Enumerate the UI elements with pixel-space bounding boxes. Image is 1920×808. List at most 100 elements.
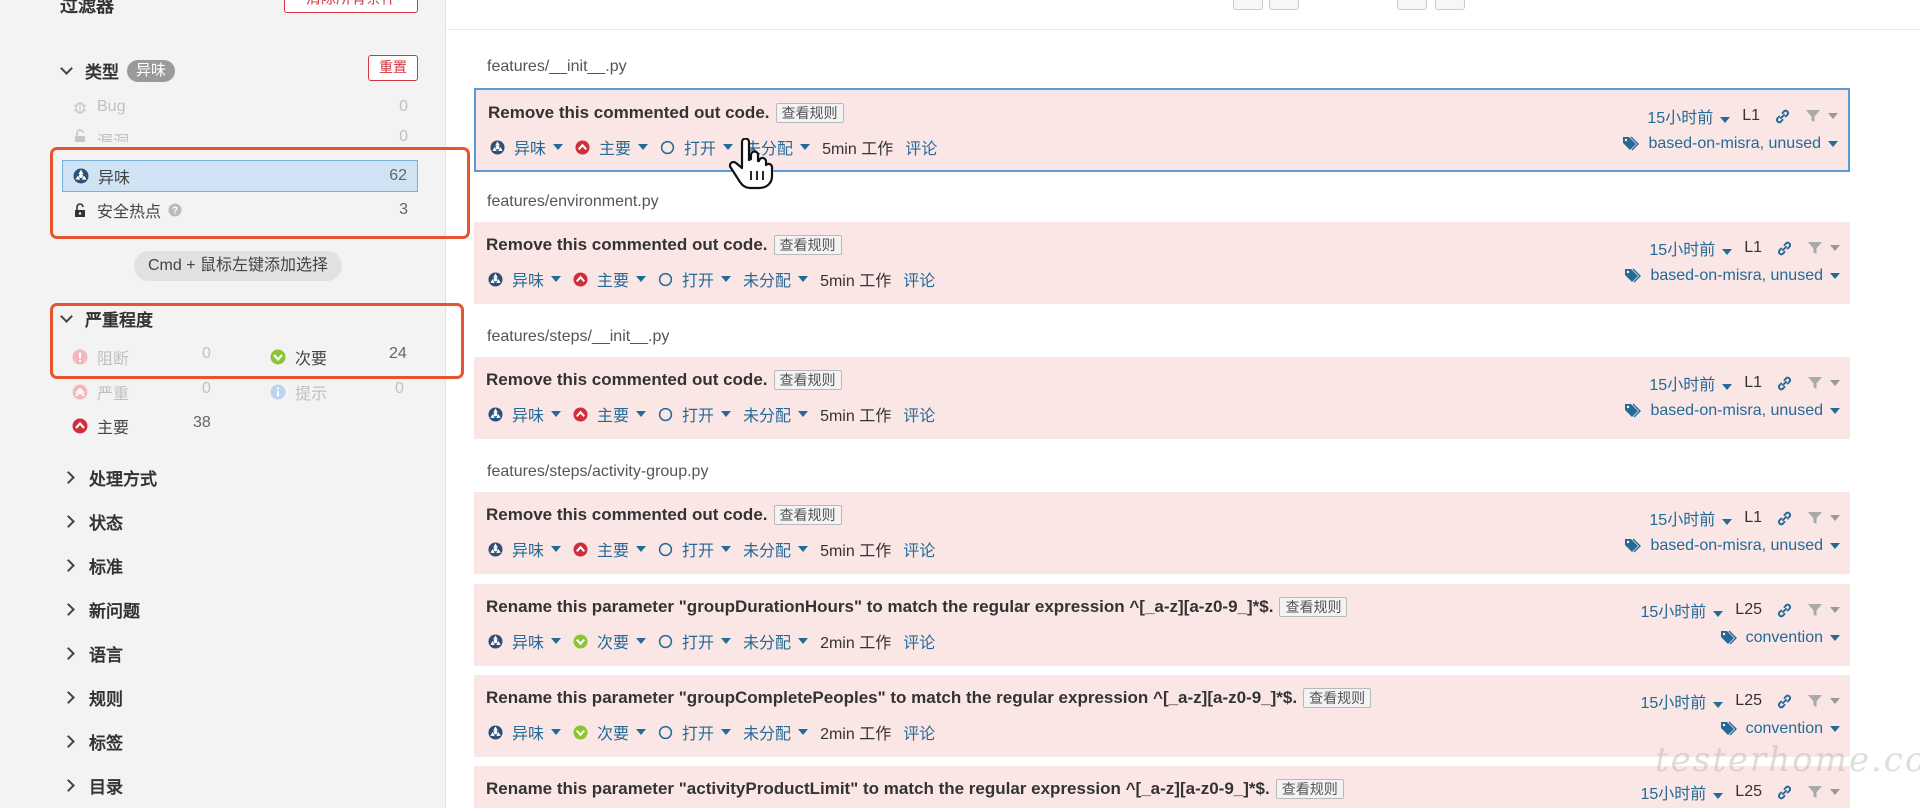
view-rule-button[interactable]: 查看规则 [775,103,844,123]
severity-item-info[interactable]: 提示 [270,380,327,404]
age-dropdown[interactable]: 15小时前 [1649,236,1733,260]
status-dropdown[interactable]: 打开 [658,402,732,426]
assignee-dropdown[interactable]: 未分配 [743,537,809,561]
tags-dropdown[interactable]: convention [1720,629,1840,647]
line-number[interactable]: L1 [1744,374,1762,392]
permalink-icon[interactable] [1776,375,1793,392]
type-dropdown[interactable]: 异味 [488,629,562,653]
type-dropdown[interactable]: 异味 [488,537,562,561]
permalink-icon[interactable] [1776,510,1793,527]
line-number[interactable]: L25 [1735,783,1762,801]
view-rule-button[interactable]: 查看规则 [773,370,842,390]
toolbar-button[interactable] [1397,0,1427,10]
filter-similar-dropdown[interactable] [1807,784,1840,800]
issue-card[interactable]: Remove this commented out code. 查看规则 异味 主… [474,88,1850,172]
severity-item-critical[interactable]: 严重 [72,380,129,404]
tags-dropdown[interactable]: based-on-misra, unused [1624,402,1840,420]
issue-card[interactable]: Rename this parameter "groupDurationHour… [474,584,1850,666]
line-number[interactable]: L1 [1742,107,1760,125]
age-dropdown[interactable]: 15小时前 [1640,689,1724,713]
comment-link[interactable]: 评论 [903,267,935,291]
filter-similar-dropdown[interactable] [1807,375,1840,391]
severity-dropdown[interactable]: 主要 [573,402,647,426]
filter-similar-dropdown[interactable] [1807,510,1840,526]
issue-message[interactable]: Rename this parameter "groupCompletePeop… [486,688,1297,708]
permalink-icon[interactable] [1776,240,1793,257]
type-dropdown[interactable]: 异味 [488,720,562,744]
status-dropdown[interactable]: 打开 [658,720,732,744]
type-item-vulnerability[interactable]: 漏洞 0 [62,124,418,142]
age-dropdown[interactable]: 15小时前 [1649,506,1733,530]
type-dropdown[interactable]: 异味 [488,267,562,291]
permalink-icon[interactable] [1776,784,1793,801]
comment-link[interactable]: 评论 [903,720,935,744]
next-issue-button[interactable] [1269,0,1299,10]
reset-type-button[interactable]: 重置 [368,55,418,81]
facet-header-standards[interactable]: 标准 [62,553,123,578]
permalink-icon[interactable] [1776,602,1793,619]
issue-message[interactable]: Rename this parameter "activityProductLi… [486,779,1270,799]
severity-dropdown[interactable]: 次要 [573,629,647,653]
assignee-dropdown[interactable]: 未分配 [743,720,809,744]
tags-dropdown[interactable]: convention [1720,720,1840,738]
facet-header-type[interactable]: 类型 异味 [60,58,176,83]
type-item-bug[interactable]: Bug 0 [62,91,418,123]
status-dropdown[interactable]: 打开 [658,629,732,653]
age-dropdown[interactable]: 15小时前 [1649,371,1733,395]
tags-dropdown[interactable]: based-on-misra, unused [1622,135,1838,153]
severity-item-major[interactable]: 主要 [72,414,129,438]
prev-issue-button[interactable] [1233,0,1263,10]
facet-header-language[interactable]: 语言 [62,641,123,666]
severity-dropdown[interactable]: 次要 [573,720,647,744]
line-number[interactable]: L25 [1735,692,1762,710]
view-rule-button[interactable]: 查看规则 [1275,779,1344,799]
severity-dropdown[interactable]: 主要 [573,537,647,561]
view-rule-button[interactable]: 查看规则 [773,235,842,255]
status-dropdown[interactable]: 打开 [658,537,732,561]
filter-similar-dropdown[interactable] [1805,108,1838,124]
issue-card[interactable]: Rename this parameter "activityProductLi… [474,766,1850,808]
type-dropdown[interactable]: 异味 [490,135,564,159]
issue-message[interactable]: Remove this commented out code. [488,103,770,123]
issue-card[interactable]: Remove this commented out code. 查看规则 异味 主… [474,492,1850,574]
file-path[interactable]: features/environment.py [487,193,659,211]
facet-header-status[interactable]: 状态 [62,509,123,534]
permalink-icon[interactable] [1774,108,1791,125]
filter-similar-dropdown[interactable] [1807,693,1840,709]
clear-all-filters-button[interactable]: 清除所有条件 [284,0,418,13]
assignee-dropdown[interactable]: 未分配 [743,402,809,426]
file-path[interactable]: features/steps/__init__.py [487,328,669,346]
view-rule-button[interactable]: 查看规则 [1303,688,1372,708]
issue-message[interactable]: Rename this parameter "groupDurationHour… [486,597,1273,617]
facet-header-rules[interactable]: 规则 [62,685,123,710]
toolbar-button[interactable] [1435,0,1465,10]
filter-similar-dropdown[interactable] [1807,602,1840,618]
line-number[interactable]: L25 [1735,601,1762,619]
facet-header-resolution[interactable]: 处理方式 [62,465,157,490]
issue-message[interactable]: Remove this commented out code. [486,235,768,255]
facet-header-new-issues[interactable]: 新问题 [62,597,140,622]
filter-similar-dropdown[interactable] [1807,240,1840,256]
issue-card[interactable]: Remove this commented out code. 查看规则 异味 主… [474,357,1850,439]
facet-header-tags[interactable]: 标签 [62,729,123,754]
age-dropdown[interactable]: 15小时前 [1647,104,1731,128]
type-dropdown[interactable]: 异味 [488,402,562,426]
comment-link[interactable]: 评论 [905,135,937,159]
view-rule-button[interactable]: 查看规则 [1279,597,1348,617]
line-number[interactable]: L1 [1744,239,1762,257]
severity-dropdown[interactable]: 主要 [575,135,649,159]
issue-message[interactable]: Remove this commented out code. [486,505,768,525]
status-dropdown[interactable]: 打开 [660,135,734,159]
tags-dropdown[interactable]: based-on-misra, unused [1624,537,1840,555]
severity-dropdown[interactable]: 主要 [573,267,647,291]
age-dropdown[interactable]: 15小时前 [1640,780,1724,804]
issue-card[interactable]: Rename this parameter "groupCompletePeop… [474,675,1850,757]
comment-link[interactable]: 评论 [903,629,935,653]
facet-header-directories[interactable]: 目录 [62,773,123,798]
tags-dropdown[interactable]: based-on-misra, unused [1624,267,1840,285]
age-dropdown[interactable]: 15小时前 [1640,598,1724,622]
file-path[interactable]: features/steps/activity-group.py [487,463,708,481]
assignee-dropdown[interactable]: 未分配 [743,267,809,291]
comment-link[interactable]: 评论 [903,537,935,561]
permalink-icon[interactable] [1776,693,1793,710]
